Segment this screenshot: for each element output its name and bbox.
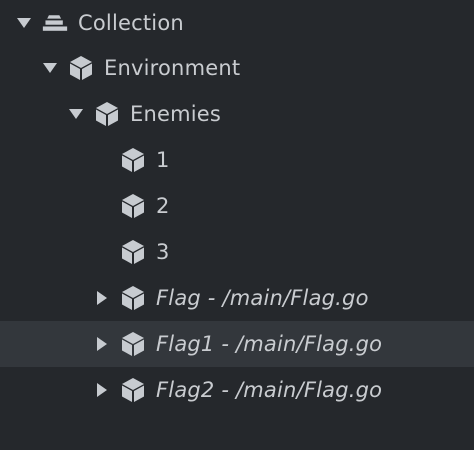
tree-row-flag1[interactable]: Flag1 - /main/Flag.go <box>0 321 474 367</box>
expand-arrow-right-icon[interactable] <box>94 382 110 398</box>
tree-label-item-3: 3 <box>156 240 170 264</box>
tree-row-collection[interactable]: Collection <box>0 0 474 46</box>
tree-label-flag2: Flag2 - /main/Flag.go <box>156 378 383 402</box>
tree-row-flag[interactable]: Flag - /main/Flag.go <box>0 275 474 321</box>
game-object-icon <box>94 101 120 127</box>
tree-label-enemies: Enemies <box>130 102 222 126</box>
expand-arrow-down-icon[interactable] <box>16 15 32 31</box>
expand-arrow-down-icon[interactable] <box>42 60 58 76</box>
tree-row-item-3[interactable]: 3 <box>0 229 474 275</box>
collection-icon <box>42 10 68 36</box>
tree-row-environment[interactable]: Environment <box>0 45 474 91</box>
tree-label-item-1: 1 <box>156 148 170 172</box>
game-object-icon <box>68 55 94 81</box>
tree-row-item-1[interactable]: 1 <box>0 137 474 183</box>
expand-arrow-down-icon[interactable] <box>68 106 84 122</box>
expand-arrow-right-icon[interactable] <box>94 336 110 352</box>
tree-row-enemies[interactable]: Enemies <box>0 91 474 137</box>
game-object-icon <box>120 147 146 173</box>
tree-label-environment: Environment <box>104 56 241 80</box>
tree-label-collection: Collection <box>78 11 184 35</box>
tree-row-flag2[interactable]: Flag2 - /main/Flag.go <box>0 367 474 413</box>
game-object-icon <box>120 377 146 403</box>
game-object-icon <box>120 331 146 357</box>
expand-arrow-right-icon[interactable] <box>94 290 110 306</box>
game-object-icon <box>120 239 146 265</box>
tree-row-item-2[interactable]: 2 <box>0 183 474 229</box>
game-object-icon <box>120 285 146 311</box>
tree-label-item-2: 2 <box>156 194 170 218</box>
tree-label-flag1: Flag1 - /main/Flag.go <box>156 332 383 356</box>
game-object-icon <box>120 193 146 219</box>
tree-label-flag: Flag - /main/Flag.go <box>156 286 369 310</box>
